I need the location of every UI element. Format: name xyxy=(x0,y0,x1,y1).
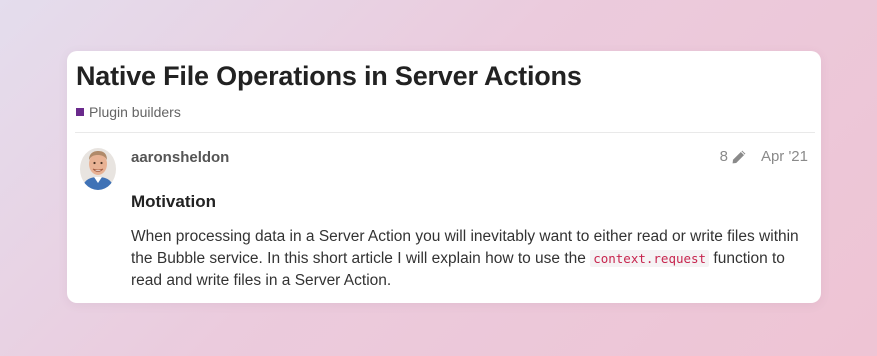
avatar[interactable] xyxy=(80,148,116,190)
edit-history-button[interactable]: 8 xyxy=(720,148,747,165)
user-avatar-icon xyxy=(80,148,116,190)
pencil-icon xyxy=(732,150,746,163)
divider xyxy=(75,132,815,133)
category-label: Plugin builders xyxy=(89,104,181,120)
post-date[interactable]: Apr '21 xyxy=(761,148,808,165)
post-meta: 8 Apr '21 xyxy=(720,148,808,165)
post-heading: Motivation xyxy=(131,192,216,211)
topic-title[interactable]: Native File Operations in Server Actions xyxy=(76,61,582,92)
username-link[interactable]: aaronsheldon xyxy=(131,149,229,166)
topic-card: Native File Operations in Server Actions… xyxy=(67,51,821,303)
category-badge[interactable]: Plugin builders xyxy=(76,104,181,120)
post-body: When processing data in a Server Action … xyxy=(131,226,811,292)
edit-count: 8 xyxy=(719,148,728,165)
category-color-swatch xyxy=(76,108,84,116)
inline-code: context.request xyxy=(590,250,710,267)
